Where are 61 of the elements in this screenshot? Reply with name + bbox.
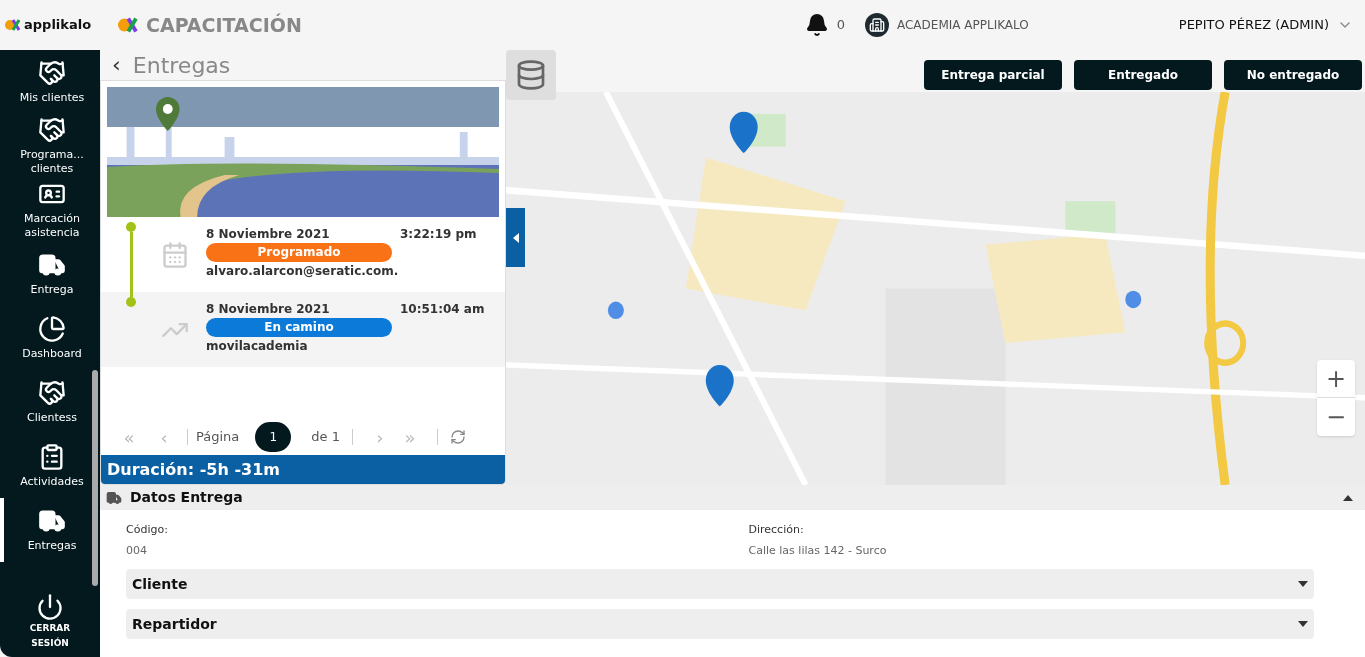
caret-icon <box>1298 581 1308 587</box>
entry-date: 8 Noviembre 2021 <box>206 301 331 318</box>
status-badge: Programado <box>206 243 392 262</box>
logo-icon <box>4 18 20 32</box>
truck-icon <box>106 489 122 506</box>
database-icon <box>515 59 547 91</box>
app-title: CAPACITACIÓN <box>146 12 302 38</box>
map[interactable]: + − <box>506 92 1365 485</box>
caret-icon <box>1343 494 1353 501</box>
field-label: Código: <box>126 522 169 538</box>
entry-user: movilacademia <box>206 338 308 355</box>
caret-icon <box>1298 621 1308 627</box>
scrollbar[interactable] <box>92 370 98 586</box>
accordion-header[interactable]: Repartidor <box>126 609 1314 639</box>
section-header[interactable]: Datos Entrega <box>100 485 1365 510</box>
pie-chart-icon <box>38 315 66 344</box>
field-value: 004 <box>126 542 148 559</box>
handshake-icon <box>38 379 66 408</box>
entry-time: 3:22:19 pm <box>400 226 477 243</box>
duration-bar: Duración: -5h -31m <box>101 455 505 484</box>
power-icon <box>36 593 64 621</box>
sidebar-item[interactable]: Actividades <box>0 434 100 498</box>
sidebar-item[interactable]: Mis clientes <box>0 50 100 114</box>
page-input[interactable]: 1 <box>255 422 292 452</box>
entry-time: 10:51:04 am <box>400 301 485 318</box>
accordion-header[interactable]: Cliente <box>126 569 1314 599</box>
logo-icon <box>116 16 138 34</box>
refresh-icon[interactable] <box>449 429 466 445</box>
action-button[interactable]: Entrega parcial <box>924 60 1062 90</box>
sidebar-item[interactable]: Entrega <box>0 242 100 306</box>
collapse-tab[interactable] <box>506 208 525 267</box>
sidebar-item[interactable]: Dashboard <box>0 306 100 370</box>
brand-name: applikalo <box>24 16 92 35</box>
notification-bell-icon[interactable] <box>804 13 829 37</box>
page-title: Entregas <box>132 51 231 80</box>
status-badge: En camino <box>206 318 392 337</box>
entry-user: alvaro.alarcon@seratic.com. <box>206 263 399 280</box>
layers-button[interactable] <box>506 50 556 100</box>
organization-name: ACADEMIA APPLIKALO <box>897 17 1029 34</box>
logout-button[interactable]: CERRAR SESIÓN <box>0 587 100 657</box>
handshake-icon <box>38 59 66 88</box>
calendar-icon <box>161 240 189 269</box>
field-value: Calle las lilas 142 - Surco <box>748 542 888 559</box>
entry-date: 8 Noviembre 2021 <box>206 226 331 243</box>
notification-count: 0 <box>836 16 845 35</box>
user-menu[interactable]: PEPITO PÉREZ (ADMIN) <box>1178 15 1353 35</box>
building-icon <box>865 13 889 37</box>
page-count: de 1 <box>311 428 340 447</box>
timeline-line <box>129 232 133 297</box>
sidebar-item[interactable]: Clientess <box>0 370 100 434</box>
sidebar-item[interactable]: Marcación asistencia <box>0 178 100 242</box>
field-label: Dirección: <box>748 522 805 538</box>
back-button[interactable]: ‹ <box>112 54 121 76</box>
zoom-in-button[interactable]: + <box>1317 360 1355 398</box>
zoom-out-button[interactable]: − <box>1317 398 1355 436</box>
page-label: Página <box>196 428 240 447</box>
action-button[interactable]: Entregado <box>1074 60 1212 90</box>
sidebar-item[interactable]: Programa... clientes <box>0 114 100 178</box>
caret-icon <box>512 232 519 243</box>
handshake-icon <box>38 116 66 145</box>
action-button[interactable]: No entregado <box>1224 60 1362 90</box>
